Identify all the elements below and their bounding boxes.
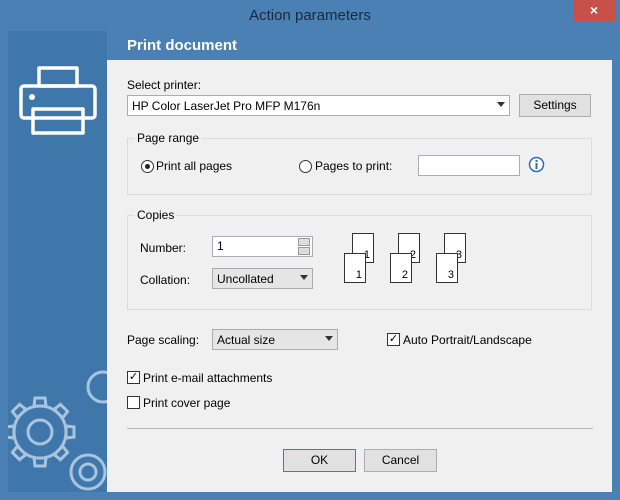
print-all-pages-label: Print all pages	[156, 159, 233, 173]
page-icon: 2	[390, 253, 412, 283]
gears-icon	[8, 370, 107, 491]
cancel-button[interactable]: Cancel	[364, 449, 437, 472]
title-bar: Action parameters ×	[0, 0, 620, 32]
spin-down-button[interactable]	[298, 247, 310, 255]
print-cover-page-label: Print cover page	[143, 396, 231, 410]
spin-up-button[interactable]	[298, 238, 310, 246]
print-cover-page-checkbox[interactable]	[127, 396, 140, 409]
select-printer-label: Select printer:	[127, 78, 202, 92]
pages-to-print-radio[interactable]	[299, 160, 312, 173]
printer-select-value: HP Color LaserJet Pro MFP M176n	[132, 99, 321, 113]
chevron-down-icon	[300, 275, 308, 280]
page-range-label: Page range	[134, 131, 203, 145]
print-email-attachments-checkbox[interactable]: ✓	[127, 371, 140, 384]
copies-group: Copies Number: 1 Collation: Uncollated 1…	[127, 208, 592, 310]
collation-select-value: Uncollated	[217, 272, 274, 286]
copies-label: Copies	[134, 208, 178, 222]
pages-to-print-label: Pages to print:	[315, 159, 393, 173]
chevron-down-icon	[497, 102, 505, 107]
chevron-down-icon	[325, 336, 333, 341]
close-icon: ×	[589, 2, 599, 18]
print-all-pages-radio[interactable]	[141, 160, 154, 173]
collation-stack-3: 3 3	[436, 233, 474, 291]
close-button[interactable]: ×	[573, 0, 615, 21]
printer-icon	[19, 66, 97, 135]
separator	[127, 428, 593, 429]
number-label: Number:	[140, 241, 187, 255]
auto-orientation-label: Auto Portrait/Landscape	[403, 333, 532, 347]
printer-select[interactable]: HP Color LaserJet Pro MFP M176n	[127, 95, 510, 116]
ok-button[interactable]: OK	[283, 449, 356, 472]
collation-label: Collation:	[140, 273, 191, 287]
collation-stack-1: 1 1	[344, 233, 382, 291]
page-icon: 3	[436, 253, 458, 283]
page-range-group: Page range Print all pages Pages to prin…	[127, 131, 592, 195]
section-header: Print document	[107, 31, 612, 60]
section-title: Print document	[127, 37, 238, 54]
window-title: Action parameters	[249, 7, 371, 24]
sidebar-panel	[8, 31, 107, 492]
collation-select[interactable]: Uncollated	[212, 268, 313, 289]
auto-orientation-checkbox[interactable]: ✓	[387, 333, 400, 346]
copies-number-value: 1	[217, 239, 224, 253]
pages-to-print-input[interactable]	[418, 155, 520, 176]
page-scaling-value: Actual size	[217, 333, 276, 347]
page-icon: 1	[344, 253, 366, 283]
collation-stack-2: 2 2	[390, 233, 428, 291]
content-panel: Print document Select printer: HP Color …	[107, 31, 612, 492]
print-email-attachments-label: Print e-mail attachments	[143, 371, 273, 385]
page-scaling-label: Page scaling:	[127, 333, 200, 347]
dialog-window: Action parameters × Print document Selec…	[0, 0, 620, 500]
copies-number-input[interactable]: 1	[212, 236, 313, 257]
settings-button[interactable]: Settings	[519, 94, 591, 117]
page-scaling-select[interactable]: Actual size	[212, 329, 338, 350]
info-icon[interactable]	[528, 156, 545, 173]
